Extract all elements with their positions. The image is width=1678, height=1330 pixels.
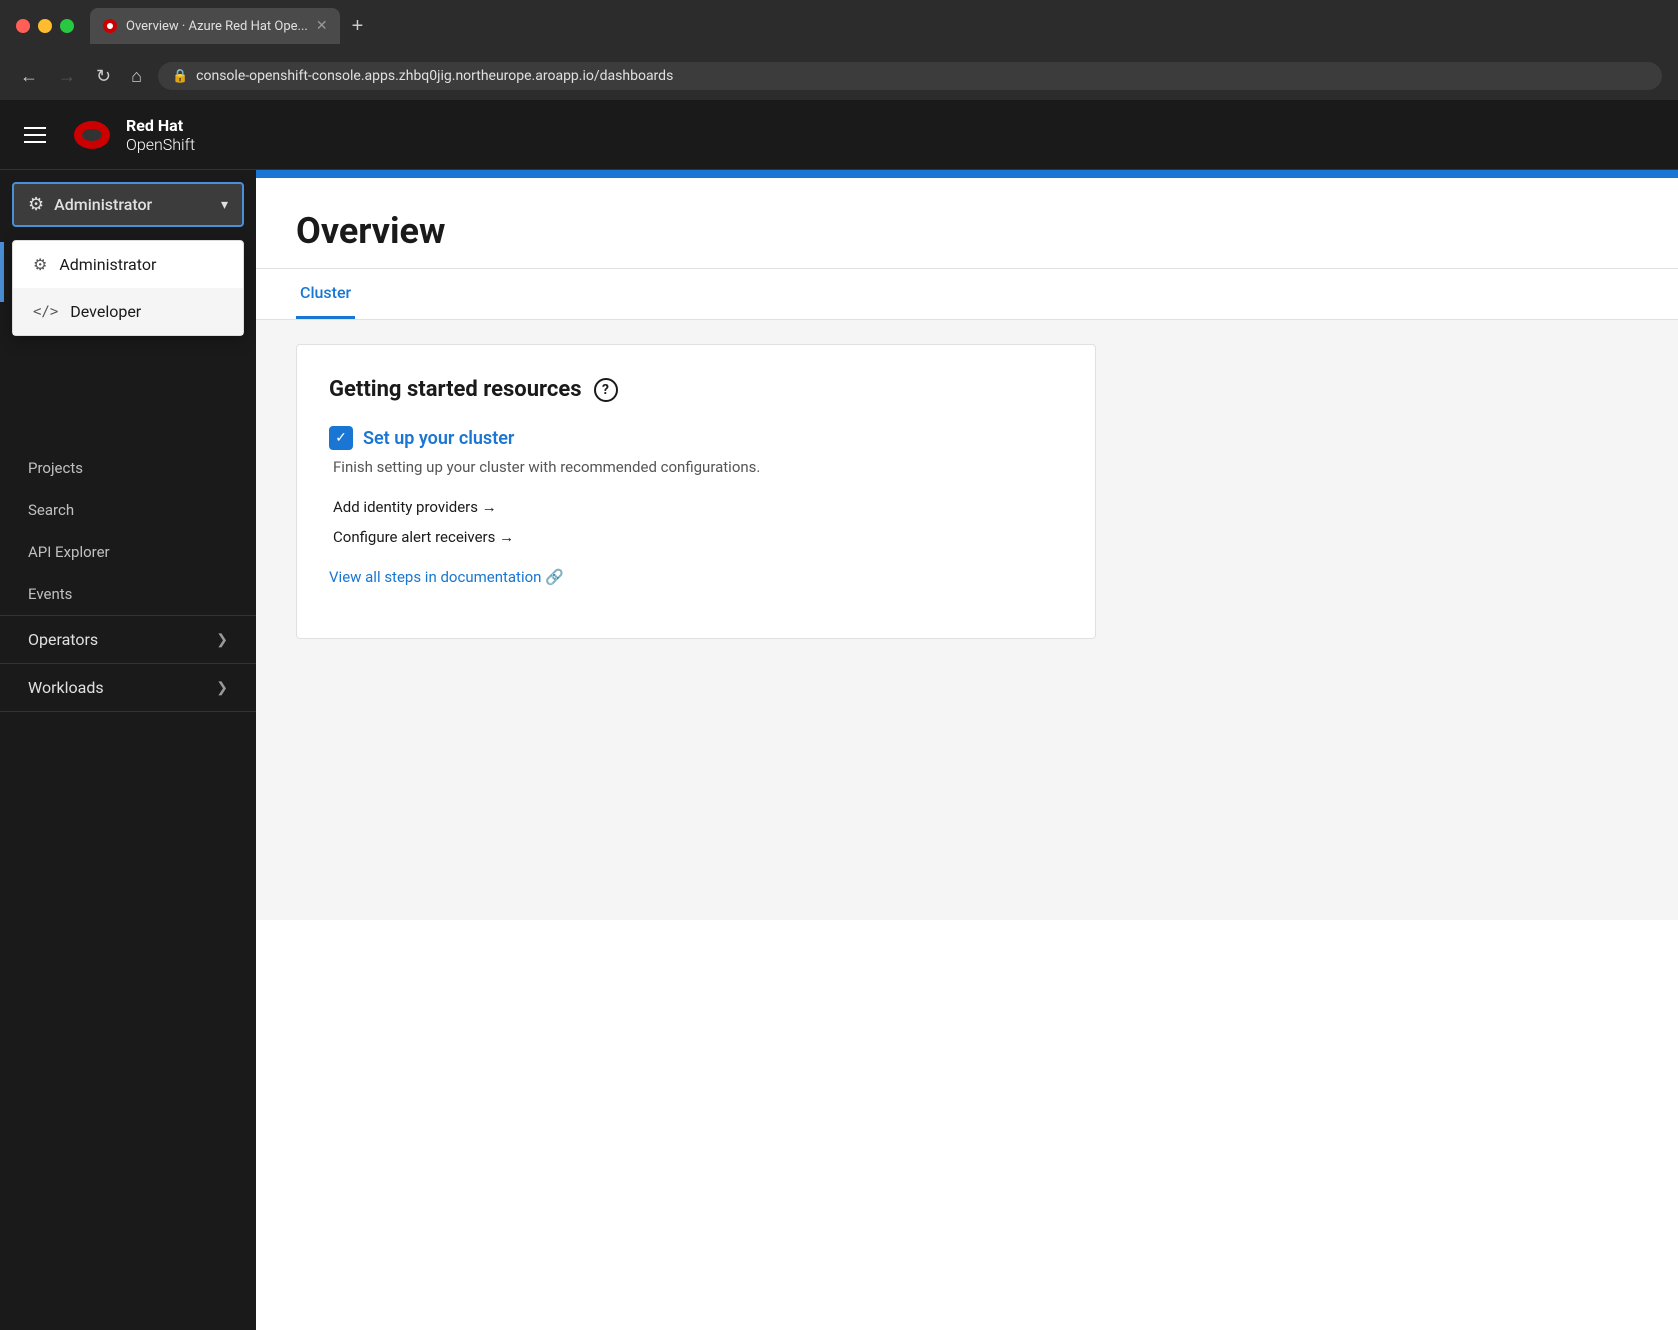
minimize-button[interactable]: [38, 19, 52, 33]
cluster-item-header: ✓ Set up your cluster: [329, 426, 1063, 450]
page-tabs: Cluster: [256, 269, 1678, 320]
help-icon[interactable]: ?: [594, 378, 618, 402]
sidebar-workloads-toggle[interactable]: Workloads ❯: [0, 664, 256, 711]
page-content: Getting started resources ? ✓ Set up you…: [256, 320, 1678, 920]
perspective-selector[interactable]: ⚙ Administrator ▾: [12, 182, 244, 227]
maximize-button[interactable]: [60, 19, 74, 33]
sidebar-item-search[interactable]: Search: [0, 489, 256, 531]
main-content-header-bar: [256, 170, 1678, 178]
cluster-setup-item: ✓ Set up your cluster Finish setting up …: [329, 426, 1063, 586]
logo-area: Red Hat OpenShift: [70, 113, 195, 157]
tab-favicon: [102, 18, 118, 34]
developer-icon: </>: [33, 304, 58, 320]
identity-providers-link[interactable]: Add identity providers →: [333, 492, 1063, 522]
sidebar-item-events[interactable]: Events: [0, 573, 256, 615]
sidebar: ⚙ Administrator ▾ ⚙ Administrator </> De…: [0, 170, 256, 1330]
reload-button[interactable]: ↻: [92, 62, 115, 91]
brand-bottom: OpenShift: [126, 135, 195, 154]
alert-receivers-link[interactable]: Configure alert receivers →: [333, 522, 1063, 552]
brand-top: Red Hat: [126, 116, 195, 135]
perspective-label: Administrator: [54, 195, 211, 214]
lock-icon: 🔒: [172, 69, 188, 84]
tab-title: Overview · Azure Red Hat Ope...: [126, 19, 308, 34]
view-docs-link[interactable]: View all steps in documentation 🔗: [329, 568, 1063, 586]
redhat-logo: [70, 113, 114, 157]
operators-chevron-icon: ❯: [216, 632, 228, 648]
administrator-icon: ⚙: [33, 255, 47, 274]
gear-icon: ⚙: [28, 194, 44, 215]
dropdown-item-administrator[interactable]: ⚙ Administrator: [13, 241, 243, 288]
chevron-down-icon: ▾: [221, 197, 228, 213]
check-icon: ✓: [329, 426, 353, 450]
sidebar-nav: Projects Search API Explorer Events Oper…: [0, 439, 256, 720]
getting-started-card: Getting started resources ? ✓ Set up you…: [296, 344, 1096, 639]
cluster-item-title[interactable]: Set up your cluster: [363, 428, 514, 449]
forward-button[interactable]: →: [54, 62, 80, 91]
sidebar-section-operators: Operators ❯: [0, 616, 256, 664]
sidebar-operators-toggle[interactable]: Operators ❯: [0, 616, 256, 663]
sidebar-nav-section: Projects Search API Explorer Events: [0, 447, 256, 616]
administrator-label: Administrator: [59, 255, 156, 274]
page-title-section: Overview: [256, 178, 1678, 269]
back-button[interactable]: ←: [16, 62, 42, 91]
dropdown-item-developer[interactable]: </> Developer: [13, 288, 243, 335]
tab-bar: Overview · Azure Red Hat Ope... ✕ +: [90, 8, 1662, 44]
cluster-links: Add identity providers → Configure alert…: [329, 492, 1063, 552]
tab-cluster[interactable]: Cluster: [296, 269, 355, 319]
address-bar[interactable]: 🔒 console-openshift-console.apps.zhbq0ji…: [158, 62, 1662, 90]
address-text: console-openshift-console.apps.zhbq0jig.…: [196, 68, 673, 84]
developer-label: Developer: [70, 302, 141, 321]
hamburger-menu[interactable]: [20, 123, 50, 147]
content-area: Overview Cluster Getting started resourc…: [256, 178, 1678, 920]
cluster-item-desc: Finish setting up your cluster with reco…: [329, 458, 1063, 476]
sidebar-section-workloads: Workloads ❯: [0, 664, 256, 712]
close-button[interactable]: [16, 19, 30, 33]
home-button[interactable]: ⌂: [127, 62, 146, 91]
tab-close-icon[interactable]: ✕: [316, 18, 328, 34]
page-title: Overview: [296, 210, 1638, 252]
perspective-dropdown: ⚙ Administrator </> Developer: [12, 240, 244, 336]
main-content: Overview Cluster Getting started resourc…: [256, 170, 1678, 1330]
browser-tab-active[interactable]: Overview · Azure Red Hat Ope... ✕: [90, 8, 340, 44]
brand-text: Red Hat OpenShift: [126, 116, 195, 154]
sidebar-item-api-explorer[interactable]: API Explorer: [0, 531, 256, 573]
app-header: Red Hat OpenShift: [0, 100, 1678, 170]
workloads-chevron-icon: ❯: [216, 680, 228, 696]
traffic-lights[interactable]: [16, 19, 74, 33]
new-tab-button[interactable]: +: [344, 11, 372, 42]
card-title: Getting started resources: [329, 377, 582, 402]
sidebar-item-projects[interactable]: Projects: [0, 447, 256, 489]
card-title-row: Getting started resources ?: [329, 377, 1063, 402]
sidebar-accent-bar: [0, 242, 4, 302]
